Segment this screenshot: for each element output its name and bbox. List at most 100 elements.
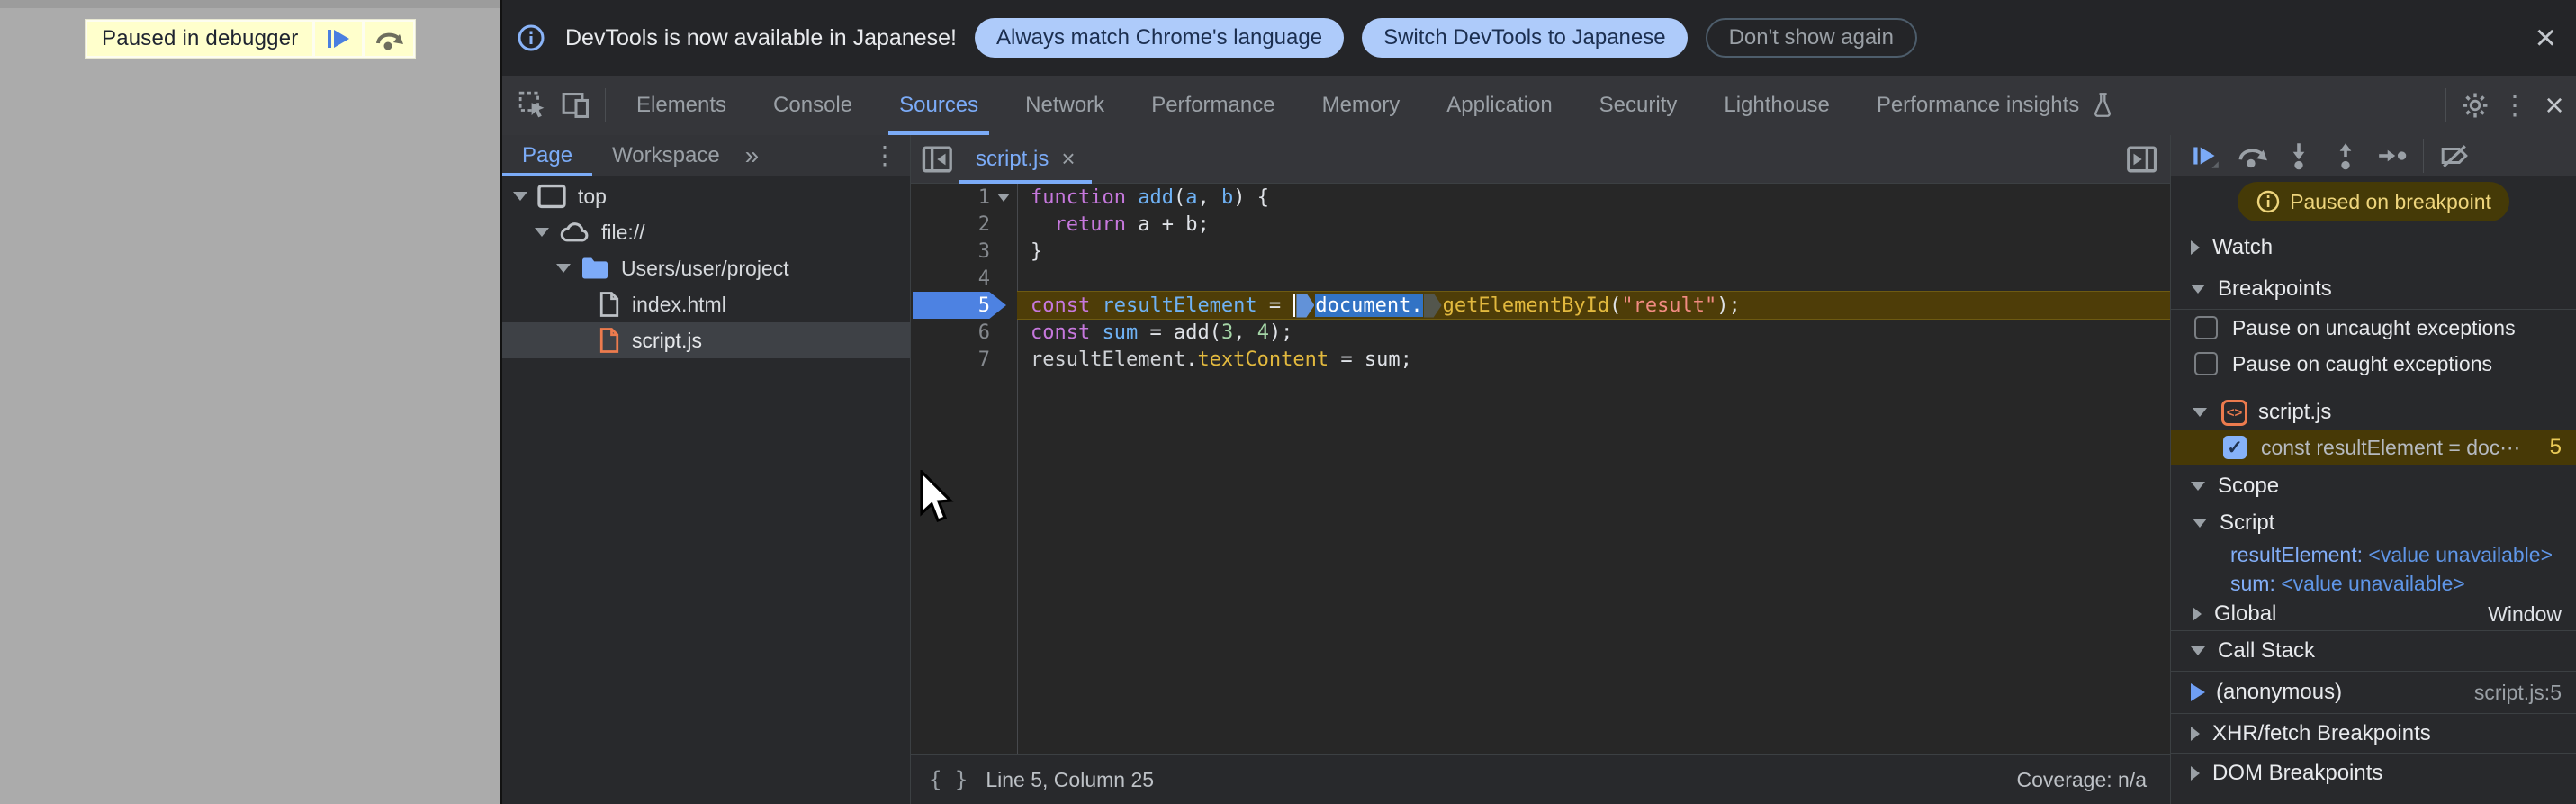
- collapsed-arrow-icon[interactable]: [2191, 726, 2200, 741]
- editor-tab-script-js[interactable]: script.js ×: [959, 135, 1092, 184]
- tab-performance[interactable]: Performance: [1128, 76, 1298, 135]
- tree-item-script-js[interactable]: script.js: [502, 322, 910, 358]
- code-text[interactable]: [1017, 265, 2170, 292]
- expanded-arrow-icon[interactable]: [2191, 646, 2205, 655]
- collapsed-arrow-icon[interactable]: [2191, 240, 2200, 255]
- banner-step-over-button[interactable]: [365, 22, 414, 56]
- navigator-kebab-icon[interactable]: ⋮: [872, 140, 897, 170]
- line-number[interactable]: 5: [911, 294, 990, 317]
- tab-network[interactable]: Network: [1002, 76, 1128, 135]
- fold-gutter[interactable]: [990, 193, 1017, 202]
- code-text[interactable]: resultElement. textContent = sum;: [1017, 346, 2170, 373]
- pause-uncaught-exceptions-row[interactable]: Pause on uncaught exceptions: [2171, 310, 2576, 346]
- collapse-left-panel-icon[interactable]: [916, 138, 959, 181]
- deactivate-breakpoints-button[interactable]: [2431, 136, 2478, 176]
- section-breakpoints[interactable]: Breakpoints: [2171, 268, 2576, 310]
- settings-gear-icon[interactable]: [2454, 84, 2497, 127]
- line-number[interactable]: 6: [911, 321, 990, 344]
- code-text[interactable]: const resultElement = document. getElemen…: [1017, 292, 2170, 319]
- pretty-print-braces-icon[interactable]: { }: [929, 767, 968, 792]
- collapsed-arrow-icon[interactable]: [2191, 765, 2200, 781]
- section-dom-breakpoints[interactable]: DOM Breakpoints: [2171, 753, 2576, 792]
- code-line[interactable]: 3}: [911, 238, 2170, 265]
- code-text[interactable]: const sum = add(3, 4);: [1017, 319, 2170, 346]
- checkbox-checked[interactable]: ✓: [2223, 436, 2247, 459]
- tree-item-project-folder[interactable]: Users/user/project: [502, 250, 910, 286]
- tree-item-file-protocol[interactable]: file://: [502, 214, 910, 250]
- xhr-breakpoints-label: XHR/fetch Breakpoints: [2212, 720, 2431, 745]
- tab-memory[interactable]: Memory: [1299, 76, 1424, 135]
- tree-item-index-html[interactable]: index.html: [502, 286, 910, 322]
- tab-performance-insights[interactable]: Performance insights: [1853, 76, 2139, 135]
- call-stack-frame[interactable]: (anonymous) script.js:5: [2171, 672, 2576, 713]
- expand-arrow-icon[interactable]: [556, 264, 571, 273]
- collapse-right-panel-icon[interactable]: [2120, 138, 2163, 181]
- tab-sources[interactable]: Sources: [876, 76, 1002, 135]
- inspect-element-icon[interactable]: [511, 84, 554, 127]
- step-out-button[interactable]: [2322, 136, 2369, 176]
- code-line[interactable]: 2 return a + b;: [911, 211, 2170, 238]
- scope-script-group[interactable]: Script: [2171, 506, 2576, 540]
- code-fold-arrow-icon[interactable]: [997, 193, 1010, 202]
- checkbox-unchecked[interactable]: [2194, 352, 2218, 375]
- code-line[interactable]: 5 const resultElement = document. getEleme…: [911, 292, 2170, 319]
- line-number[interactable]: 4: [911, 267, 990, 290]
- tab-security[interactable]: Security: [1576, 76, 1701, 135]
- expanded-arrow-icon[interactable]: [2191, 284, 2205, 294]
- devtools-close-icon[interactable]: ×: [2533, 86, 2576, 124]
- code-text[interactable]: function add(a, b) {: [1017, 184, 2170, 211]
- line-number[interactable]: 1: [911, 186, 990, 209]
- breakpoint-entry[interactable]: ✓ const resultElement = doc⋯ 5: [2171, 430, 2576, 465]
- step-over-button[interactable]: [2229, 136, 2275, 176]
- editor-status-bar: { } Line 5, Column 25 Coverage: n/a: [911, 754, 2170, 804]
- tab-elements[interactable]: Elements: [613, 76, 750, 135]
- code-text[interactable]: return a + b;: [1017, 211, 2170, 238]
- tree-item-top[interactable]: top: [502, 178, 910, 214]
- code-text[interactable]: }: [1017, 238, 2170, 265]
- editor-tab-close-icon[interactable]: ×: [1061, 145, 1075, 173]
- tab-console[interactable]: Console: [750, 76, 876, 135]
- resume-script-button[interactable]: [2182, 136, 2229, 176]
- breakpoint-file-group[interactable]: <> script.js: [2171, 394, 2576, 430]
- always-match-language-button[interactable]: Always match Chrome's language: [974, 18, 1345, 58]
- section-xhr-breakpoints[interactable]: XHR/fetch Breakpoints: [2171, 713, 2576, 753]
- pause-caught-exceptions-row[interactable]: Pause on caught exceptions: [2171, 346, 2576, 382]
- device-toolbar-icon[interactable]: [554, 84, 598, 127]
- switch-devtools-japanese-button[interactable]: Switch DevTools to Japanese: [1362, 18, 1688, 58]
- code-line[interactable]: 6 const sum = add(3, 4);: [911, 319, 2170, 346]
- code-token: ,: [1233, 321, 1257, 344]
- expanded-arrow-icon[interactable]: [2191, 481, 2205, 491]
- more-options-kebab-icon[interactable]: ⋮: [2497, 90, 2533, 122]
- cursor-position-text: Line 5, Column 25: [986, 767, 1155, 791]
- expand-arrow-icon[interactable]: [513, 192, 527, 201]
- tab-application[interactable]: Application: [1423, 76, 1575, 135]
- line-number[interactable]: 2: [911, 213, 990, 236]
- line-number[interactable]: 3: [911, 240, 990, 263]
- infobar-close-icon[interactable]: ×: [2535, 20, 2556, 56]
- scope-variable-sum[interactable]: sum: <value unavailable>: [2171, 569, 2576, 598]
- expanded-arrow-icon[interactable]: [2193, 519, 2207, 528]
- line-number[interactable]: 7: [911, 348, 990, 371]
- code-editor[interactable]: 1 function add(a, b) {2 return a + b; 3} 4 5…: [911, 184, 2170, 754]
- banner-resume-button[interactable]: [315, 22, 363, 56]
- coverage-status-text: Coverage: n/a: [2016, 767, 2147, 791]
- expand-arrow-icon[interactable]: [535, 228, 549, 237]
- checkbox-unchecked[interactable]: [2194, 316, 2218, 339]
- tab-lighthouse[interactable]: Lighthouse: [1700, 76, 1852, 135]
- section-call-stack[interactable]: Call Stack: [2171, 630, 2576, 672]
- code-line[interactable]: 1 function add(a, b) {: [911, 184, 2170, 211]
- code-line[interactable]: 4: [911, 265, 2170, 292]
- dont-show-again-button[interactable]: Don't show again: [1705, 18, 1917, 58]
- navigator-overflow-chevrons[interactable]: »: [745, 141, 760, 170]
- step-into-button[interactable]: [2275, 136, 2322, 176]
- section-scope[interactable]: Scope: [2171, 465, 2576, 506]
- expanded-arrow-icon[interactable]: [2193, 408, 2207, 417]
- scope-variable-resultelement[interactable]: resultElement: <value unavailable>: [2171, 540, 2576, 569]
- navigator-tab-workspace[interactable]: Workspace: [592, 135, 740, 176]
- code-line[interactable]: 7 resultElement. textContent = sum;: [911, 346, 2170, 373]
- navigator-tab-page[interactable]: Page: [502, 135, 593, 176]
- step-button[interactable]: [2369, 136, 2416, 176]
- collapsed-arrow-icon[interactable]: [2193, 607, 2202, 621]
- section-watch[interactable]: Watch: [2171, 227, 2576, 268]
- scope-global-group[interactable]: Global Window: [2171, 598, 2576, 630]
